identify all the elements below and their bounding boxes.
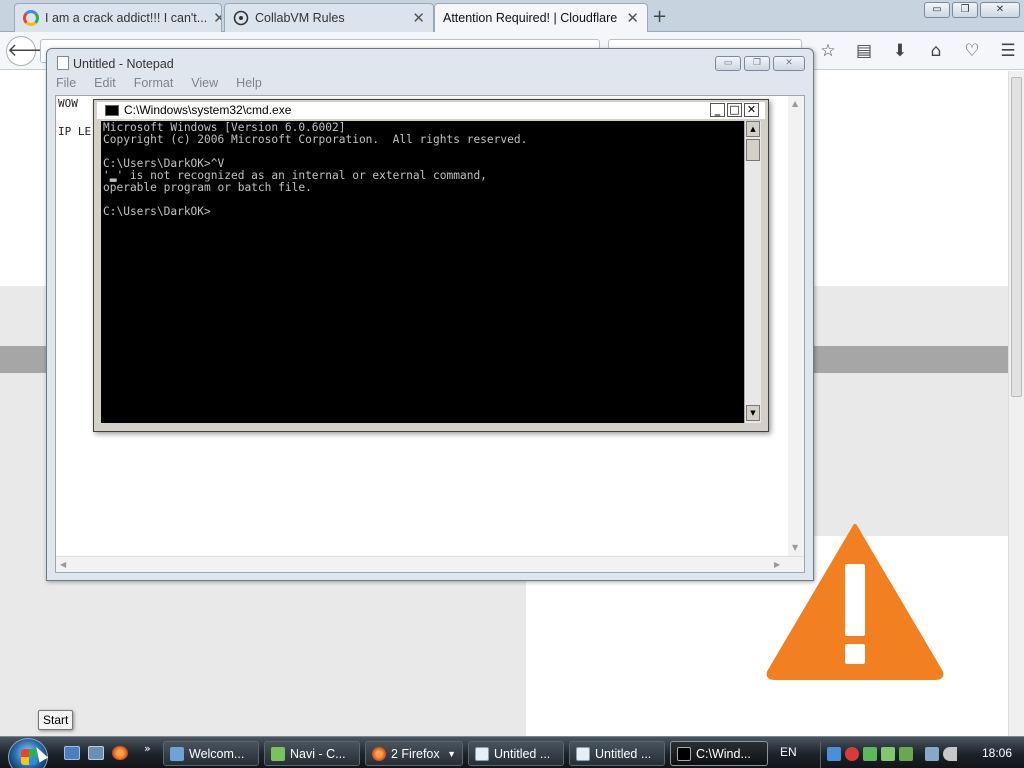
taskbar-item-navi[interactable]: Navi - C... — [264, 741, 360, 766]
menu-edit[interactable]: Edit — [91, 76, 119, 90]
security-alert-icon[interactable] — [845, 747, 859, 761]
cmd-title: C:\Windows\system32\cmd.exe — [124, 103, 292, 117]
close-icon[interactable]: ✕ — [412, 9, 425, 27]
tray-app-icon[interactable] — [899, 747, 913, 761]
network-icon[interactable] — [827, 747, 841, 761]
taskbar-item-firefox-group[interactable]: 2 Firefox ▼ — [365, 741, 463, 766]
taskbar-item-notepad-1[interactable]: Untitled ... — [468, 741, 564, 766]
download-icon[interactable]: ⬇ — [882, 40, 918, 62]
pocket-icon[interactable]: ♡ — [954, 40, 990, 62]
bookmark-star-icon[interactable]: ☆ — [810, 40, 846, 62]
language-indicator[interactable]: EN — [780, 745, 797, 759]
volume-icon[interactable] — [943, 747, 957, 761]
tab-label: Attention Required! | Cloudflare — [443, 11, 618, 25]
page-scrollbar[interactable] — [1008, 71, 1024, 736]
taskbar-item-notepad-2[interactable]: Untitled ... — [569, 741, 665, 766]
cmd-icon — [105, 105, 119, 116]
scroll-down-icon[interactable]: ▼ — [792, 543, 798, 552]
notepad-menu-bar: File Edit Format View Help — [53, 76, 265, 90]
desktop: I am a crack addict!!! I can't... ✕ Coll… — [0, 0, 1024, 768]
notepad-icon — [576, 746, 590, 761]
home-icon[interactable]: ⌂ — [918, 40, 954, 62]
update-icon[interactable] — [863, 747, 877, 761]
notepad-line: WOW — [58, 97, 78, 110]
minimize-button[interactable]: ▭ — [715, 56, 741, 71]
notepad-line: IP LE — [58, 125, 92, 138]
scroll-right-icon[interactable]: ▶ — [774, 560, 780, 569]
browser-tab-bar: I am a crack addict!!! I can't... ✕ Coll… — [0, 0, 1024, 32]
back-button[interactable]: 🡐 — [6, 36, 55, 66]
tab-label: I am a crack addict!!! I can't... — [45, 11, 208, 25]
menu-help[interactable]: Help — [233, 76, 265, 90]
switch-windows-icon[interactable] — [88, 746, 104, 760]
reading-list-icon[interactable]: ▤ — [846, 40, 882, 62]
scroll-down-icon[interactable]: ▼ — [746, 405, 760, 421]
taskbar-item-cmd[interactable]: C:\Wind... — [670, 741, 768, 766]
restore-button[interactable]: ❐ — [952, 2, 978, 18]
document-icon — [170, 746, 184, 761]
notepad-title: Untitled - Notepad — [57, 56, 174, 71]
notepad-icon — [475, 746, 489, 761]
cmd-output: Microsoft Windows [Version 6.0.6002] Cop… — [103, 121, 528, 218]
close-icon[interactable]: ✕ — [626, 9, 639, 27]
notepad-window-controls: ▭ ❐ ✕ — [715, 56, 805, 71]
start-tooltip: Start — [38, 710, 74, 730]
close-button[interactable]: ✕ — [980, 2, 1020, 18]
collabvm-icon — [233, 10, 249, 26]
navi-icon — [271, 746, 285, 761]
menu-format[interactable]: Format — [131, 76, 177, 90]
tab-google-search[interactable]: I am a crack addict!!! I can't... ✕ — [14, 3, 222, 32]
firefox-icon — [372, 746, 386, 761]
menu-view[interactable]: View — [188, 76, 221, 90]
browser-window-controls: ▭ ❐ ✕ — [924, 2, 1020, 18]
toolbar-icons: ☆ ▤ ⬇ ⌂ ♡ ☰ — [810, 40, 1024, 62]
tray-app-icon[interactable] — [881, 747, 895, 761]
tab-cloudflare[interactable]: Attention Required! | Cloudflare ✕ — [434, 3, 648, 32]
clock[interactable]: 18:06 — [982, 746, 1012, 760]
tab-collabvm-rules[interactable]: CollabVM Rules ✕ — [224, 3, 434, 32]
quick-launch-more[interactable]: » — [144, 742, 151, 755]
cmd-console[interactable]: Microsoft Windows [Version 6.0.6002] Cop… — [101, 121, 744, 423]
cmd-title-bar[interactable]: C:\Windows\system32\cmd.exe _ □ ✕ — [97, 102, 765, 119]
scroll-left-icon[interactable]: ◀ — [60, 560, 66, 569]
page-scroll-thumb[interactable] — [1011, 77, 1022, 397]
tab-label: CollabVM Rules — [255, 11, 345, 25]
close-button[interactable]: ✕ — [773, 56, 805, 71]
taskbar-item-welcome[interactable]: Welcom... — [163, 741, 259, 766]
close-button[interactable]: ✕ — [744, 103, 759, 117]
notepad-icon — [57, 56, 69, 70]
network-connection-icon[interactable] — [925, 747, 939, 761]
minimize-button[interactable]: _ — [710, 103, 725, 117]
maximize-button[interactable]: □ — [727, 103, 742, 117]
close-icon[interactable]: ✕ — [213, 9, 221, 27]
firefox-icon[interactable] — [112, 746, 128, 760]
cmd-window: C:\Windows\system32\cmd.exe _ □ ✕ Micros… — [93, 99, 769, 432]
cmd-icon — [677, 746, 691, 761]
notepad-horizontal-scrollbar[interactable]: ◀ ▶ — [56, 556, 804, 572]
minimize-button[interactable]: ▭ — [924, 2, 950, 18]
restore-button[interactable]: ❐ — [744, 56, 770, 71]
notepad-vertical-scrollbar[interactable]: ▲ ▼ — [788, 96, 804, 556]
google-icon — [23, 10, 39, 26]
show-desktop-icon[interactable] — [64, 746, 80, 760]
menu-file[interactable]: File — [53, 76, 79, 90]
chevron-down-icon: ▼ — [447, 748, 456, 759]
taskbar: » Welcom... Navi - C... 2 Firefox ▼ Unti… — [0, 736, 1024, 768]
hamburger-menu-icon[interactable]: ☰ — [990, 40, 1024, 62]
scroll-up-icon[interactable]: ▲ — [792, 99, 798, 108]
scroll-up-icon[interactable]: ▲ — [746, 121, 760, 137]
system-tray: 18:06 — [820, 742, 1024, 768]
cmd-scroll-thumb[interactable] — [746, 139, 760, 161]
new-tab-button[interactable]: + — [652, 6, 667, 27]
cmd-scrollbar[interactable]: ▲ ▼ — [744, 121, 761, 423]
cmd-window-controls: _ □ ✕ — [710, 103, 759, 117]
